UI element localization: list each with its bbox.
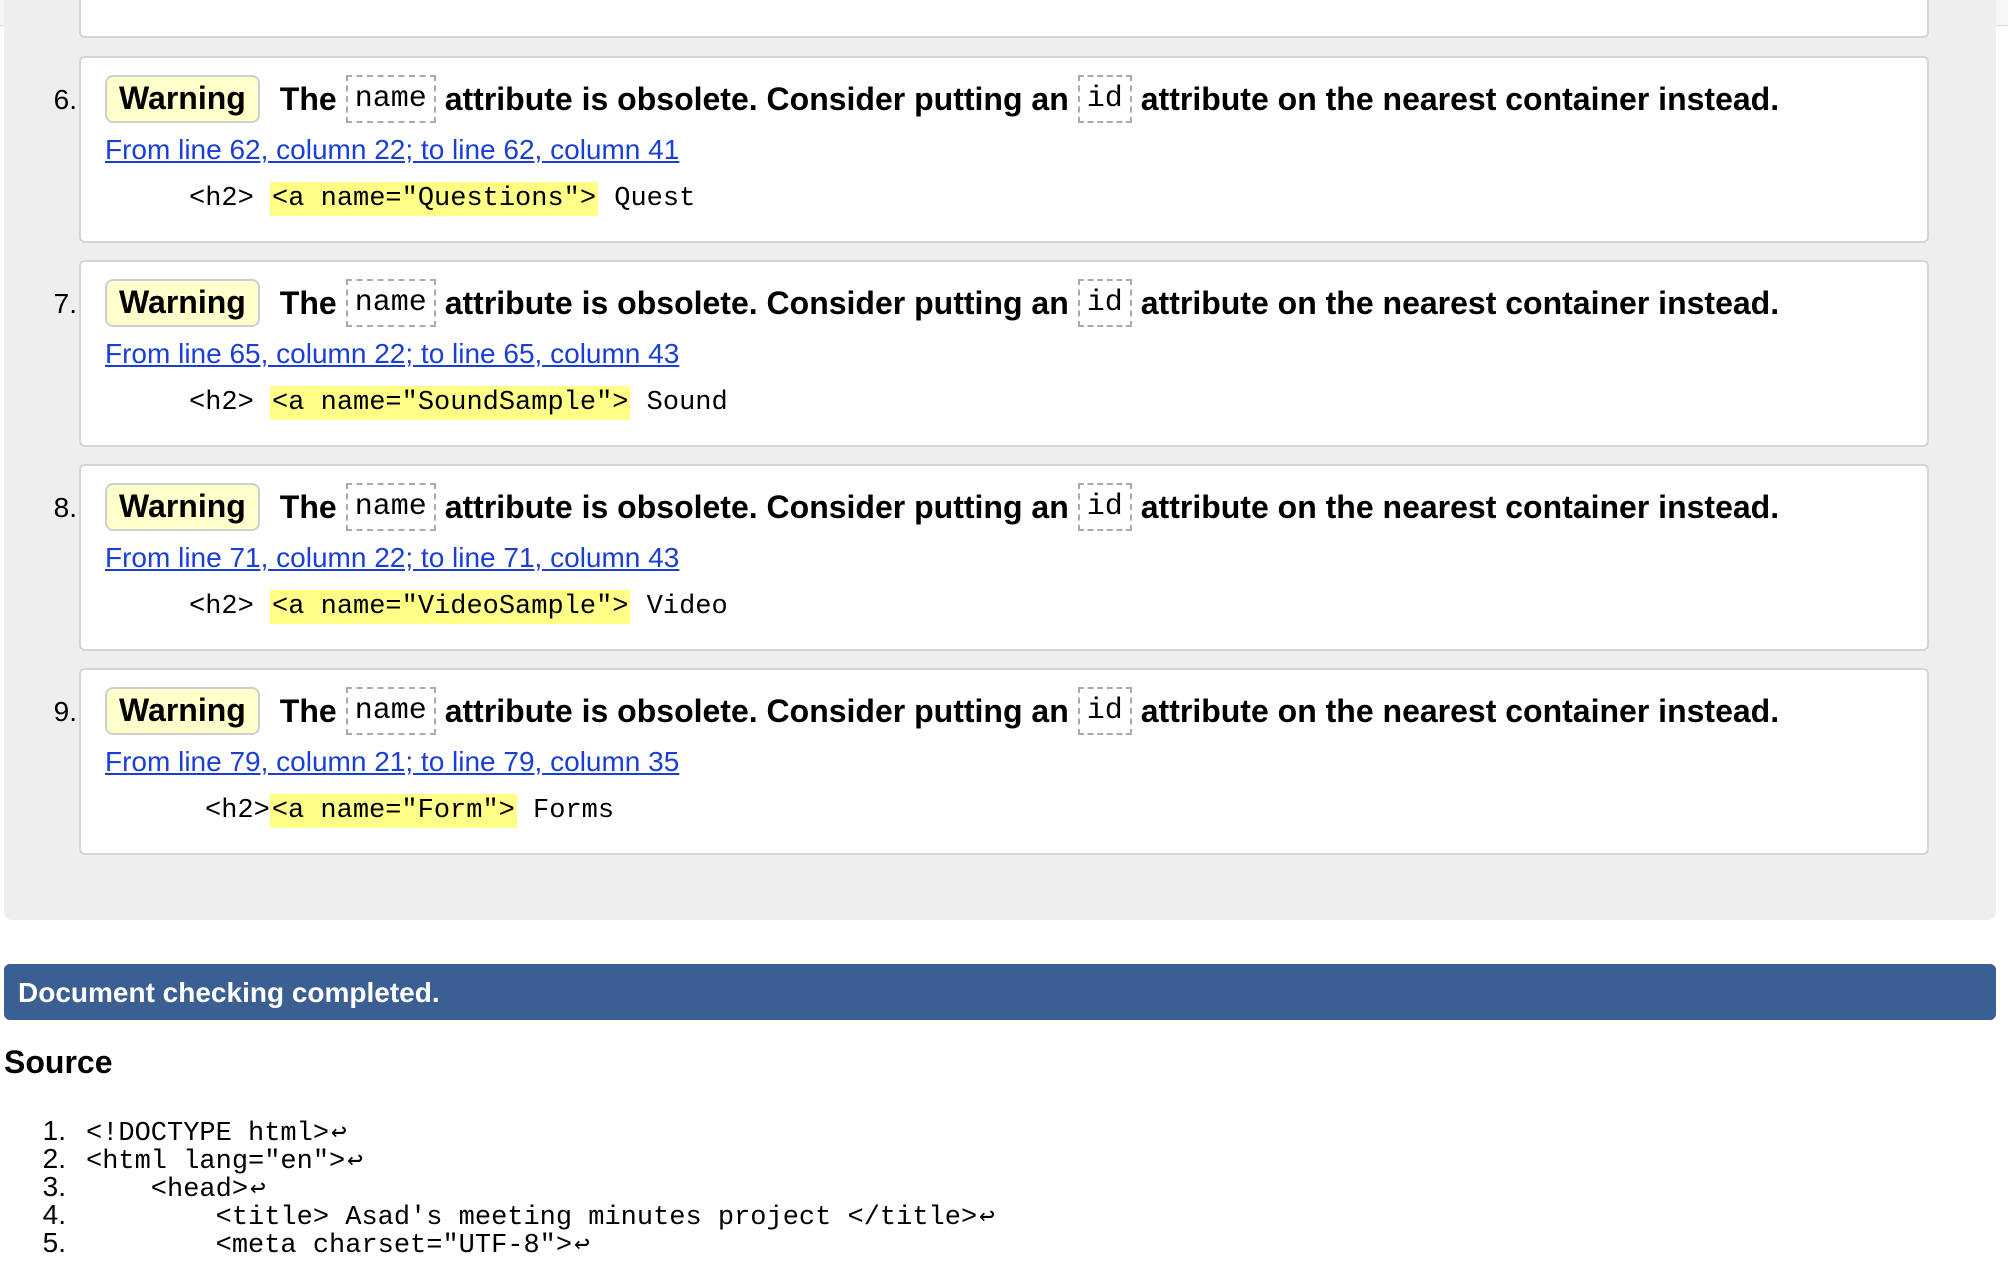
code-extract: <h2> <a name="SoundSample"> Sound <box>189 386 728 420</box>
source-line: 3. <head>↩ <box>4 1171 1304 1205</box>
location-link[interactable]: From line 65, column 22; to line 65, col… <box>105 338 679 370</box>
code-token-name: name <box>345 279 436 327</box>
code-token-id: id <box>1077 483 1132 531</box>
extract-highlight: <a name="SoundSample"> <box>270 386 631 420</box>
return-icon: ↩ <box>250 1174 266 1204</box>
warning-badge: Warning <box>105 279 260 327</box>
code-token-name: name <box>345 75 436 123</box>
extract-post: Video <box>630 592 728 622</box>
extract-post: Quest <box>598 184 696 214</box>
location-link[interactable]: From line 79, column 21; to line 79, col… <box>105 746 679 778</box>
message-text: Warning The name attribute is obsolete. … <box>105 686 1779 736</box>
message-card: 6. Warning The name attribute is obsolet… <box>54 56 1929 243</box>
return-icon: ↩ <box>331 1118 347 1148</box>
message-card: 9. Warning The name attribute is obsolet… <box>54 668 1929 855</box>
extract-post: Sound <box>630 388 728 418</box>
code-token-id: id <box>1077 279 1132 327</box>
warning-badge: Warning <box>105 687 260 735</box>
message-card: 8. Warning The name attribute is obsolet… <box>54 464 1929 651</box>
message-number: 7. <box>53 288 77 319</box>
message-text: Warning The name attribute is obsolete. … <box>105 74 1779 124</box>
source-line: 5. <meta charset="UTF-8">↩ <box>4 1227 1304 1261</box>
message-text-the: The <box>279 488 337 525</box>
return-icon: ↩ <box>574 1230 590 1260</box>
message-text-mid: attribute is obsolete. Consider putting … <box>444 692 1069 729</box>
extract-highlight: <a name="Form"> <box>269 794 517 828</box>
message-card-partial <box>79 0 1929 38</box>
source-line: 1. <!DOCTYPE html>↩ <box>4 1115 1304 1149</box>
message-text-the: The <box>279 284 337 321</box>
code-token-name: name <box>345 483 436 531</box>
message-text-end: attribute on the nearest container inste… <box>1140 692 1780 729</box>
location-link[interactable]: From line 62, column 22; to line 62, col… <box>105 134 679 166</box>
return-icon: ↩ <box>347 1146 363 1176</box>
message-text-the: The <box>279 80 337 117</box>
message-text-the: The <box>279 692 337 729</box>
code-token-id: id <box>1077 687 1132 735</box>
message-text-mid: attribute is obsolete. Consider putting … <box>444 80 1069 117</box>
source-line-number: 1. <box>42 1115 66 1146</box>
source-heading: Source <box>4 1044 113 1080</box>
message-text: Warning The name attribute is obsolete. … <box>105 482 1779 532</box>
message-text-mid: attribute is obsolete. Consider putting … <box>444 488 1069 525</box>
code-extract: <h2><a name="Form"> Forms <box>205 794 615 828</box>
extract-highlight: <a name="VideoSample"> <box>270 590 631 624</box>
message-text-end: attribute on the nearest container inste… <box>1140 284 1780 321</box>
extract-highlight: <a name="Questions"> <box>270 182 599 216</box>
code-extract: <h2> <a name="VideoSample"> Video <box>189 590 728 624</box>
code-extract: <h2> <a name="Questions"> Quest <box>189 182 696 216</box>
results-panel: 6. Warning The name attribute is obsolet… <box>4 0 1996 920</box>
message-number: 6. <box>53 84 77 115</box>
return-icon: ↩ <box>979 1202 995 1232</box>
source-line: 2. <html lang="en">↩ <box>4 1143 1304 1177</box>
location-link[interactable]: From line 71, column 22; to line 71, col… <box>105 542 679 574</box>
completion-status-bar: Document checking completed. <box>4 964 1996 1020</box>
extract-pre: <h2> <box>205 796 270 826</box>
extract-pre: <h2> <box>189 592 271 622</box>
message-card: 7. Warning The name attribute is obsolet… <box>54 260 1929 447</box>
extract-pre: <h2> <box>189 184 271 214</box>
message-text-end: attribute on the nearest container inste… <box>1140 80 1780 117</box>
source-listing: 1. <!DOCTYPE html>↩ 2. <html lang="en">↩ 3… <box>4 1115 1304 1261</box>
source-line: 4. <title> Asad's meeting minutes projec… <box>4 1199 1304 1233</box>
extract-pre: <h2> <box>189 388 271 418</box>
source-line-code: <meta charset="UTF-8"> <box>86 1231 573 1261</box>
message-number: 9. <box>53 696 77 727</box>
code-token-name: name <box>345 687 436 735</box>
warning-badge: Warning <box>105 483 260 531</box>
extract-post: Forms <box>516 796 615 826</box>
message-text-mid: attribute is obsolete. Consider putting … <box>444 284 1069 321</box>
message-text: Warning The name attribute is obsolete. … <box>105 278 1779 328</box>
message-text-end: attribute on the nearest container inste… <box>1140 488 1780 525</box>
warning-badge: Warning <box>105 75 260 123</box>
source-line-number: 4. <box>42 1199 66 1230</box>
message-number: 8. <box>53 492 77 523</box>
source-line-number: 5. <box>42 1227 66 1258</box>
source-line-number: 2. <box>42 1143 66 1174</box>
code-token-id: id <box>1077 75 1132 123</box>
source-line-number: 3. <box>42 1171 66 1202</box>
